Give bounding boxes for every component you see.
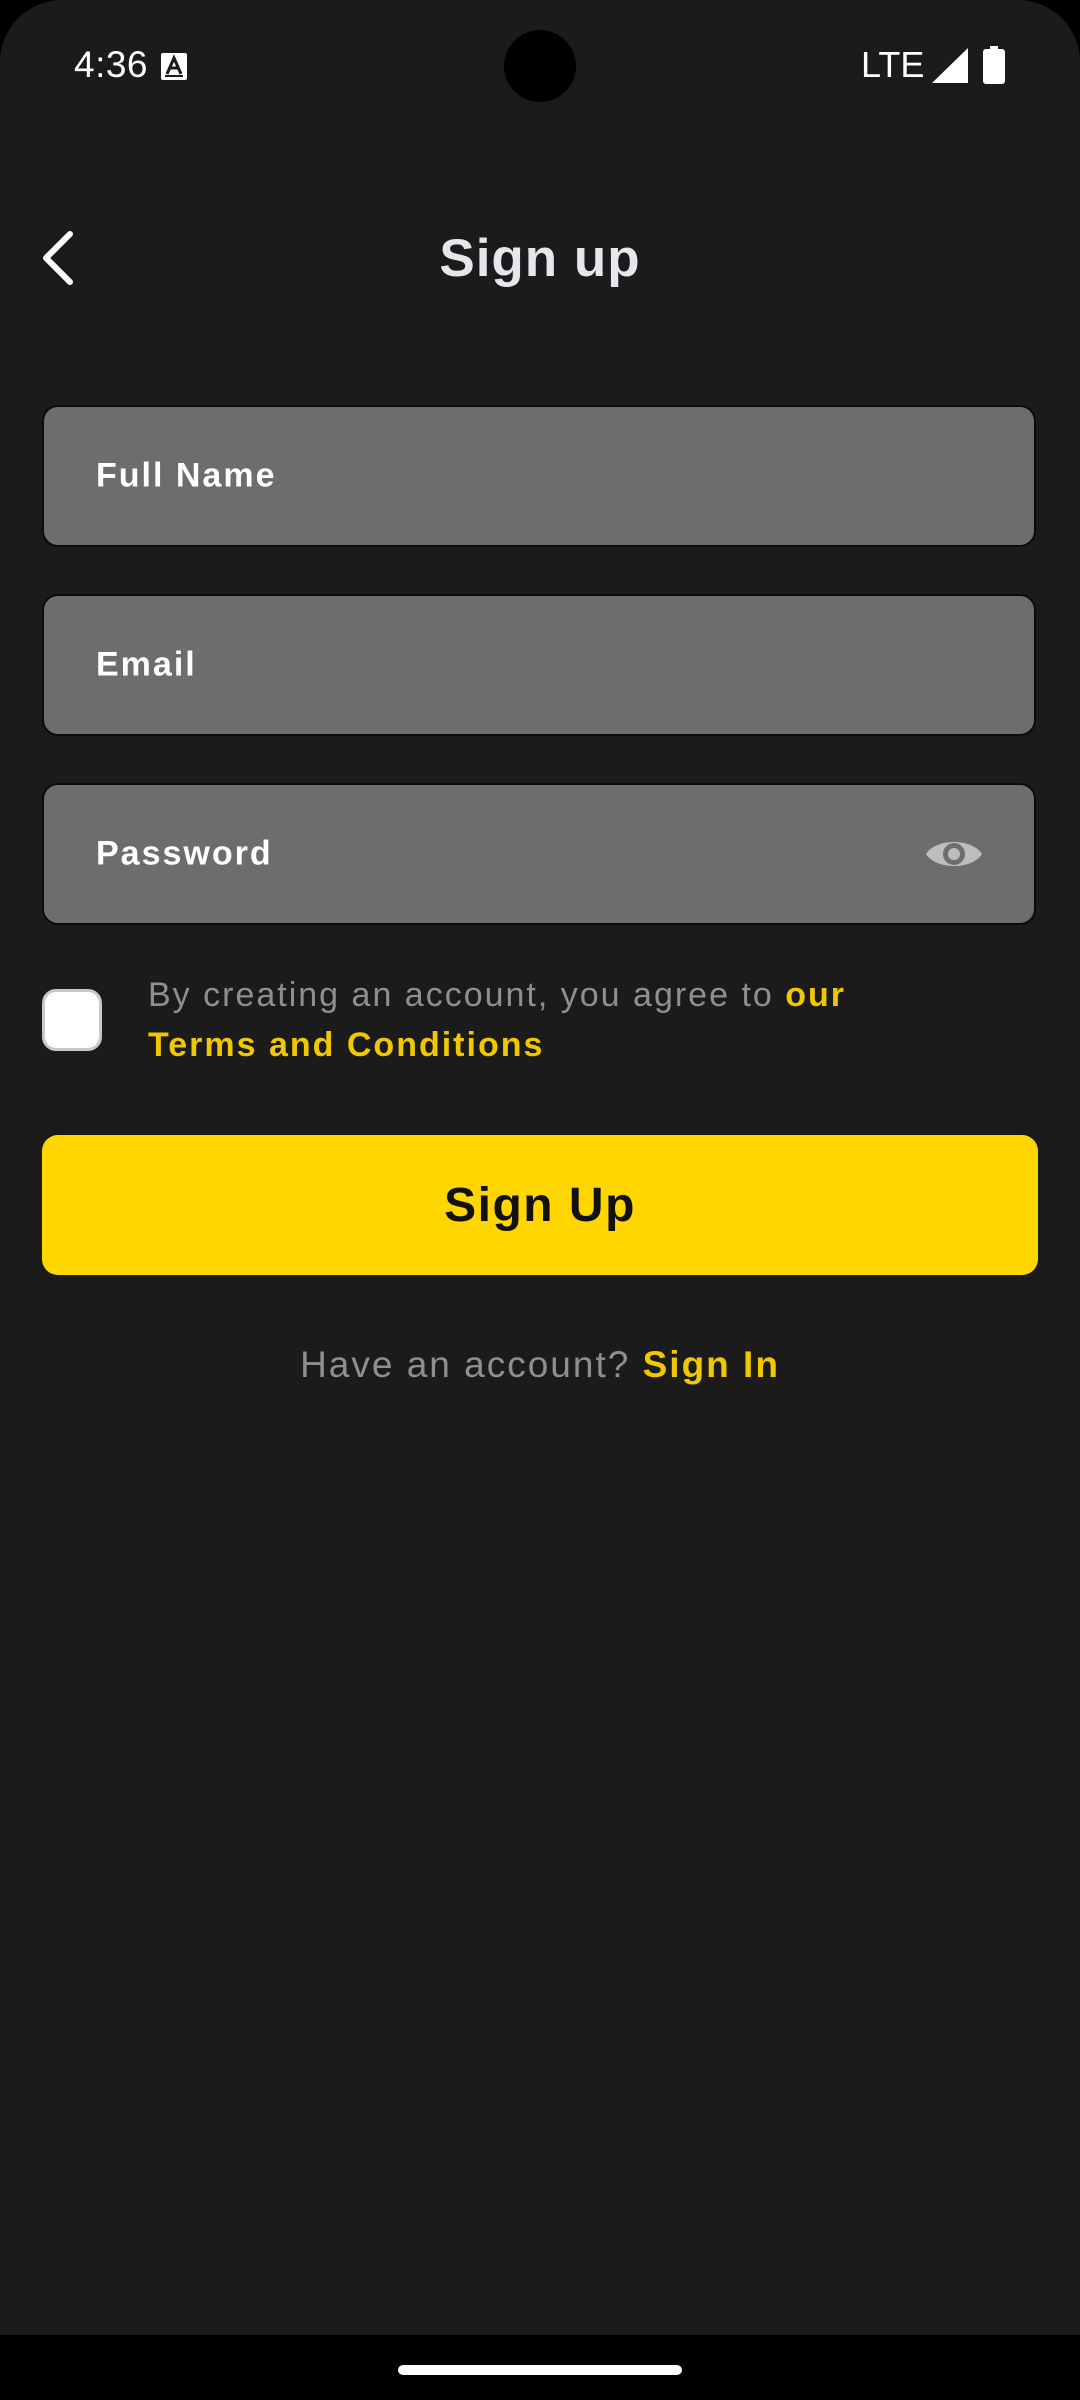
page-title: Sign up	[439, 229, 641, 288]
have-account-prompt: Have an account?	[300, 1344, 643, 1385]
full-name-field[interactable]: Full Name	[42, 405, 1036, 547]
signup-screen: 4:36 LTE Sign up Full Name Email Passwor…	[0, 0, 1080, 2335]
password-field[interactable]: Password	[42, 783, 1036, 925]
battery-icon	[983, 46, 1005, 84]
front-camera	[504, 30, 576, 102]
email-field[interactable]: Email	[42, 594, 1036, 736]
have-account-row: Have an account? Sign In	[0, 1340, 1080, 1390]
sign-in-link[interactable]: Sign In	[643, 1344, 780, 1385]
terms-checkbox[interactable]	[42, 989, 102, 1051]
terms-text: By creating an account, you agree to our…	[148, 970, 948, 1070]
network-type: LTE	[861, 44, 925, 85]
a-notification-icon	[161, 53, 187, 80]
full-name-placeholder: Full Name	[96, 456, 277, 495]
password-placeholder: Password	[96, 834, 273, 873]
signal-icon	[932, 48, 968, 83]
home-indicator[interactable]	[398, 2365, 682, 2375]
terms-prefix: By creating an account, you agree to	[148, 976, 786, 1014]
status-time: 4:36	[74, 44, 149, 85]
eye-icon[interactable]	[924, 834, 984, 874]
status-bar: 4:36 LTE	[0, 0, 1080, 130]
sign-up-button[interactable]: Sign Up	[42, 1135, 1038, 1275]
email-placeholder: Email	[96, 645, 197, 684]
